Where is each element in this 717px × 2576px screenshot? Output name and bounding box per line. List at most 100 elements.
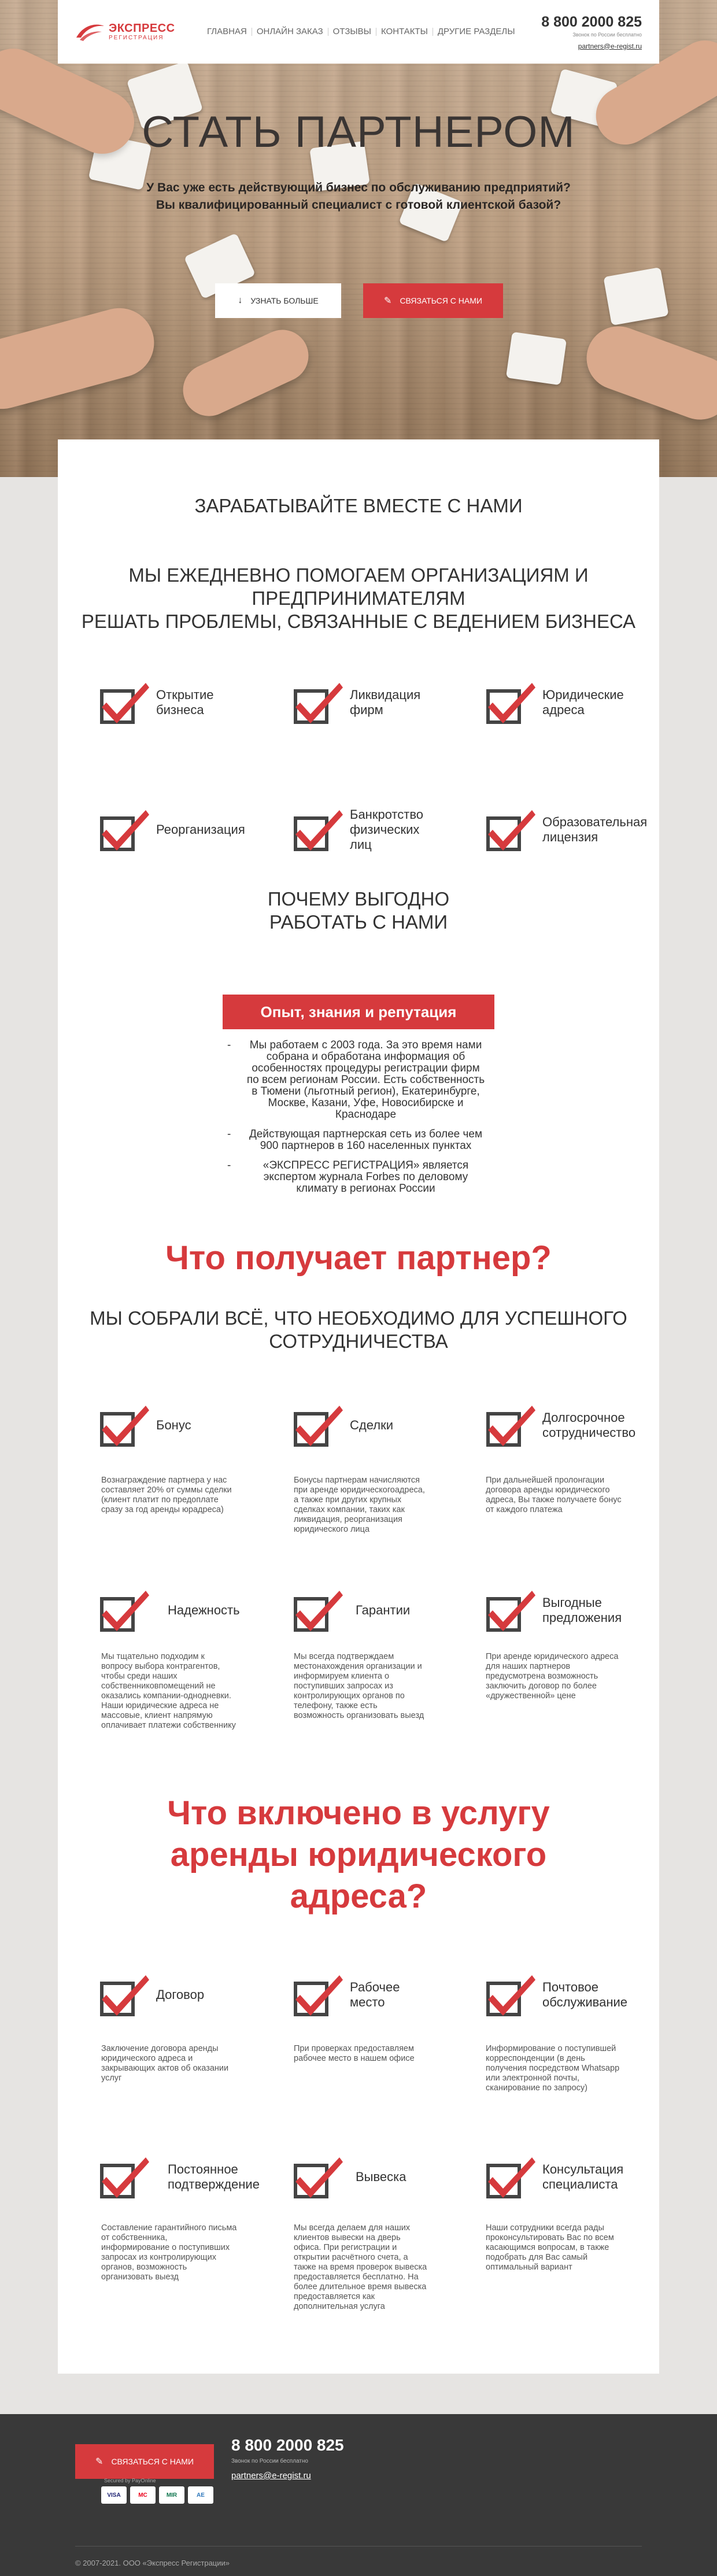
service-label: Образовательная лицензия (542, 815, 648, 844)
benefit-label: Гарантии (356, 1603, 411, 1617)
included-description: Наши сотрудники всегда рады проконсульти… (486, 2223, 614, 2272)
why-bullet: Мы работаем с 2003 года. За это время на… (223, 1040, 497, 1121)
copyright: © 2007-2021. ООО «Экспресс Регистрации» (75, 2559, 230, 2567)
partner-gets-subtitle: СОТРУДНИЧЕСТВА (269, 1330, 448, 1352)
check-icon (98, 1972, 149, 2018)
benefit-description: Мы всегда подтверждаем местонахождения о… (294, 1652, 424, 1720)
main-nav: ГЛАВНАЯ ОНЛАЙН ЗАКАЗ ОТЗЫВЫ КОНТАКТЫ ДРУ… (202, 27, 520, 36)
contact-us-label: СВЯЗАТЬСЯ С НАМИ (400, 296, 482, 305)
check-icon (292, 1402, 343, 1448)
check-icon (485, 2154, 535, 2200)
hero-section: СТАТЬ ПАРТНЕРОМ У Вас уже есть действующ… (0, 0, 717, 477)
check-icon (98, 1587, 149, 1633)
benefit-item: Сделки (292, 1402, 393, 1448)
nav-reviews[interactable]: ОТЗЫВЫ (328, 27, 376, 36)
benefit-description: Бонусы партнерам начисляются при аренде … (294, 1476, 425, 1534)
site-header: ЭКСПРЕСС РЕГИСТРАЦИЯ ГЛАВНАЯ ОНЛАЙН ЗАКА… (58, 0, 659, 64)
service-included-title: адреса? (290, 1878, 427, 1915)
benefit-item: Бонус (98, 1402, 191, 1448)
service-item: Юридические адреса (485, 679, 629, 726)
check-icon (292, 1587, 343, 1633)
service-included-title: Что включено в услугу (167, 1794, 550, 1832)
included-description: При проверках предоставляем рабочее мест… (294, 2044, 415, 2063)
benefit-label: Сделки (350, 1418, 393, 1432)
learn-more-label: УЗНАТЬ БОЛЬШЕ (250, 296, 319, 305)
partner-gets-subtitle: МЫ СОБРАЛИ ВСЁ, ЧТО НЕОБХОДИМО ДЛЯ УСПЕШ… (90, 1307, 627, 1329)
site-footer: ✎ СВЯЗАТЬСЯ С НАМИ 8 800 2000 825 Звонок… (0, 2414, 717, 2576)
footer-phone-note: Звонок по России бесплатно (231, 2458, 308, 2464)
header-phone-note: Звонок по России бесплатно (572, 31, 642, 38)
included-description: Составление гарантийного письма от собст… (101, 2223, 237, 2282)
nav-contacts[interactable]: КОНТАКТЫ (376, 27, 433, 36)
benefit-item: Долгосрочное сотрудничество (485, 1402, 658, 1448)
service-label: Открытие бизнеса (156, 688, 214, 717)
check-icon (98, 679, 149, 726)
partner-gets-title: Что получает партнер? (165, 1239, 552, 1277)
included-item: Почтовое обслуживание (485, 1972, 646, 2018)
service-label: Банкротство физических лиц (350, 807, 424, 852)
nav-online-order[interactable]: ОНЛАЙН ЗАКАЗ (252, 27, 328, 36)
footer-phone[interactable]: 8 800 2000 825 (231, 2436, 344, 2455)
why-bullet: «ЭКСПРЕСС РЕГИСТРАЦИЯ» является эксперто… (223, 1160, 497, 1195)
benefit-label: Долгосрочное сотрудничество (542, 1410, 636, 1440)
service-item: Образовательная лицензия (485, 807, 652, 853)
included-item: Вывеска (292, 2154, 406, 2200)
check-icon (485, 679, 535, 726)
benefit-label: Выгодные предложения (542, 1595, 622, 1625)
amex-icon: AE (188, 2486, 213, 2504)
footer-contact-button[interactable]: ✎ СВЯЗАТЬСЯ С НАМИ (75, 2444, 214, 2479)
puzzle-piece (505, 331, 567, 386)
benefit-label: Надежность (168, 1603, 240, 1617)
included-description: Мы всегда делаем для наших клиентов выве… (294, 2223, 427, 2311)
contact-us-button[interactable]: ✎ СВЯЗАТЬСЯ С НАМИ (363, 283, 503, 318)
included-item: Постоянное подтверждение (98, 2154, 283, 2200)
header-email-link[interactable]: partners@e-regist.ru (541, 42, 642, 50)
nav-home[interactable]: ГЛАВНАЯ (202, 27, 252, 36)
header-contact: 8 800 2000 825 Звонок по России бесплатн… (541, 14, 642, 50)
benefit-description: Вознаграждение партнера у нас составляет… (101, 1476, 232, 1514)
benefit-description: При аренде юридического адреса для наших… (486, 1652, 619, 1701)
experience-badge: Опыт, знания и репутация (223, 995, 494, 1029)
check-icon (292, 1972, 343, 2018)
puzzle-piece (603, 267, 669, 326)
why-bullet: Действующая партнерская сеть из более че… (223, 1129, 497, 1152)
nav-other-sections[interactable]: ДРУГИЕ РАЗДЕЛЫ (433, 27, 520, 36)
service-label: Ликвидация фирм (350, 688, 421, 717)
included-item: Договор (98, 1972, 204, 2018)
included-label: Вывеска (356, 2170, 406, 2184)
hero-subtitle-line: Вы квалифицированный специалист с готово… (156, 198, 561, 212)
check-icon (98, 2154, 149, 2200)
pencil-icon: ✎ (384, 296, 392, 306)
help-title-line: ПРЕДПРИНИМАТЕЛЯМ (252, 587, 465, 609)
included-item: Консультация специалиста (485, 2154, 641, 2200)
check-icon (485, 1402, 535, 1448)
header-phone[interactable]: 8 800 2000 825 (541, 14, 642, 31)
main-content: ЗАРАБАТЫВАЙТЕ ВМЕСТЕ С НАМИ МЫ ЕЖЕДНЕВНО… (58, 439, 659, 2374)
service-label: Юридические адреса (542, 688, 624, 717)
check-icon (292, 807, 343, 853)
included-label: Консультация специалиста (542, 2162, 624, 2191)
service-item: Реорганизация (98, 807, 260, 853)
benefit-item: Гарантии (292, 1587, 410, 1633)
check-icon (292, 679, 343, 726)
logo[interactable]: ЭКСПРЕСС РЕГИСТРАЦИЯ (75, 20, 191, 43)
service-label: Реорганизация (156, 822, 245, 837)
check-icon (485, 807, 535, 853)
footer-divider (75, 2546, 642, 2547)
help-title-line: РЕШАТЬ ПРОБЛЕМЫ, СВЯЗАННЫЕ С ВЕДЕНИЕМ БИ… (81, 611, 636, 632)
service-item: Ликвидация фирм (292, 679, 431, 726)
learn-more-button[interactable]: ↓ УЗНАТЬ БОЛЬШЕ (215, 283, 341, 318)
logo-sub-text: РЕГИСТРАЦИЯ (109, 35, 164, 41)
hero-subtitle-line: У Вас уже есть действующий бизнес по обс… (146, 181, 571, 194)
why-title-line: РАБОТАТЬ С НАМИ (269, 911, 448, 933)
hand-image (0, 300, 162, 417)
payonline-note: Secured by PayOnline (104, 2478, 156, 2483)
included-description: Информирование о поступившей корреспонде… (486, 2044, 620, 2093)
hand-image (174, 321, 317, 425)
footer-email-link[interactable]: partners@e-regist.ru (231, 2471, 311, 2481)
benefit-label: Бонус (156, 1418, 191, 1432)
earn-title: ЗАРАБАТЫВАЙТЕ ВМЕСТЕ С НАМИ (194, 495, 523, 516)
service-item: Открытие бизнеса (98, 679, 231, 726)
included-label: Рабочее место (350, 1980, 400, 2009)
logo-swoosh-icon (75, 20, 105, 43)
